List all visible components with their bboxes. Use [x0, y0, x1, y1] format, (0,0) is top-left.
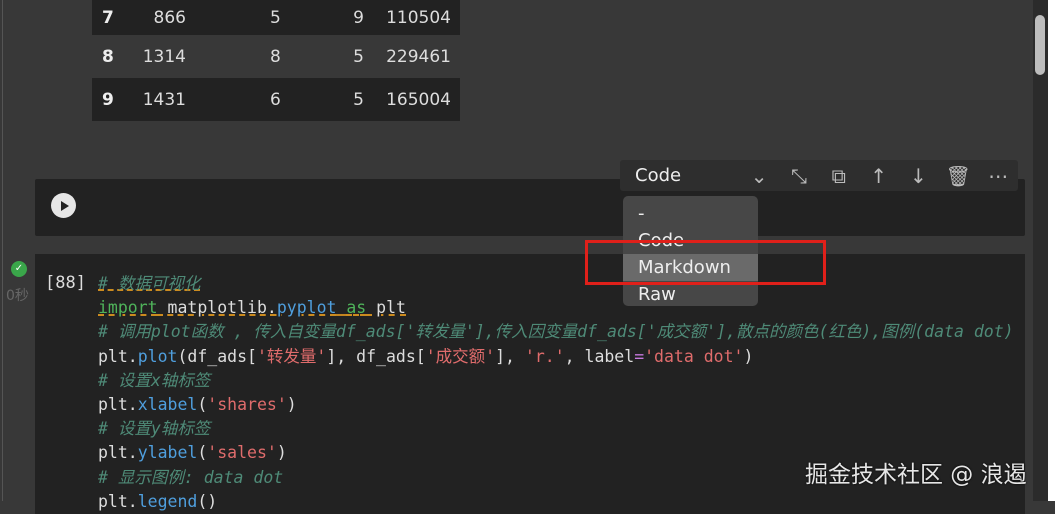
table-cell: 8 [270, 46, 281, 67]
trash-icon[interactable]: 🗑 [938, 164, 978, 188]
arrow-down-icon[interactable]: ↓ [899, 164, 939, 188]
code-token: pyplot [276, 298, 337, 318]
row-index: 9 [102, 89, 114, 110]
code-token: # 调用plot函数 , 传入自变量df_ads['转发量'],传入因变量df_… [98, 322, 1014, 342]
code-line: plt.xlabel('shares') [98, 393, 1025, 417]
table-cell: 5 [353, 89, 364, 110]
code-token: # 设置x轴标签 [98, 370, 211, 390]
code-line: plt.plot(df_ads['转发量'], df_ads['成交额'], '… [98, 345, 1025, 369]
table-row: 9 1431 6 5 165004 [92, 78, 460, 121]
code-line: # 设置x轴标签 [98, 369, 1025, 393]
code-token: plt [366, 298, 406, 318]
execution-count: [88] [45, 273, 86, 293]
code-token: (df_ads[ [177, 346, 257, 366]
code-token: = [634, 346, 645, 366]
table-cell: 1431 [142, 89, 186, 110]
table-cell: 165004 [386, 89, 451, 110]
code-token: legend [137, 491, 198, 511]
code-token: # 设置y轴标签 [98, 419, 211, 439]
arrow-up-icon[interactable]: ↑ [859, 164, 899, 188]
code-token: ], df_ads[ [326, 346, 426, 366]
code-token: ], [495, 346, 525, 366]
code-token: 'r.' [524, 346, 565, 366]
code-line: plt.legend() [98, 490, 1025, 514]
table-cell: 1314 [142, 46, 186, 67]
code-token: ) [276, 443, 287, 463]
code-token: plt. [98, 443, 138, 463]
collapse-icon[interactable]: ⤡ [779, 164, 819, 188]
success-check-icon: ✓ [11, 261, 27, 277]
code-token: matplotlib. [157, 298, 277, 318]
code-token: plt. [98, 346, 138, 366]
more-icon[interactable]: ⋯ [978, 164, 1018, 188]
dropdown-item-raw[interactable]: Raw [623, 281, 758, 308]
code-token: # 数据可视化 [98, 274, 201, 293]
code-token: 'shares' [207, 395, 287, 415]
code-token: 'data dot' [644, 346, 744, 366]
execution-time: 0秒 [6, 288, 29, 304]
table-cell: 5 [353, 46, 364, 67]
table-cell: 229461 [386, 46, 451, 67]
code-token: ) [743, 346, 754, 366]
code-line: # 数据可视化 [98, 272, 1025, 296]
copy-icon[interactable]: ⧉ [819, 164, 859, 188]
table-cell: 9 [353, 7, 364, 28]
code-token: () [197, 491, 218, 511]
code-token: ) [286, 395, 297, 415]
code-token: '成交额' [425, 346, 496, 366]
code-token: import [98, 298, 158, 318]
code-token: , label [564, 346, 635, 366]
code-line: # 设置y轴标签 [98, 417, 1025, 441]
window-edge [1048, 0, 1055, 501]
code-token: # 显示图例: data dot [98, 467, 284, 487]
run-cell-button[interactable] [51, 193, 76, 218]
watermark: 掘金技术社区 @ 浪遏 [805, 462, 1027, 488]
highlight-box [585, 240, 826, 285]
code-token: ( [197, 443, 208, 463]
table-cell: 866 [153, 7, 186, 28]
dropdown-item-none[interactable]: - [623, 200, 758, 227]
cell-type-select[interactable]: Code [635, 165, 739, 186]
code-token: ( [197, 395, 208, 415]
code-line: # 调用plot函数 , 传入自变量df_ads['转发量'],传入因变量df_… [98, 320, 1025, 344]
chevron-down-icon[interactable]: ⌄ [739, 164, 779, 188]
table-cell: 6 [270, 89, 281, 110]
table-cell: 110504 [386, 7, 451, 28]
code-token: '转发量' [256, 346, 327, 366]
row-index: 8 [102, 46, 114, 67]
scrollbar-thumb[interactable] [1035, 15, 1045, 75]
vertical-scrollbar[interactable] [1033, 0, 1048, 501]
cell-toolbar: Code ⌄ ⤡ ⧉ ↑ ↓ 🗑 ⋯ [620, 160, 1018, 191]
dataframe-output-table: 7 866 5 9 110504 8 1314 8 5 229461 9 1431 6 5 165004 [92, 0, 460, 121]
code-token: 'sales' [207, 443, 277, 463]
table-row: 8 1314 8 5 229461 [92, 35, 460, 78]
table-cell: 5 [270, 7, 281, 28]
table-row: 7 866 5 9 110504 [92, 0, 460, 35]
cell-gutter-line [2, 0, 3, 501]
row-index: 7 [102, 7, 114, 28]
code-token: ylabel [137, 443, 198, 463]
code-token: plt. [98, 491, 138, 511]
code-token: plot [137, 346, 178, 366]
code-token: as [346, 298, 367, 318]
code-line: import matplotlib.pyplot as plt [98, 296, 1025, 320]
code-token: xlabel [137, 395, 198, 415]
code-token: plt. [98, 395, 138, 415]
